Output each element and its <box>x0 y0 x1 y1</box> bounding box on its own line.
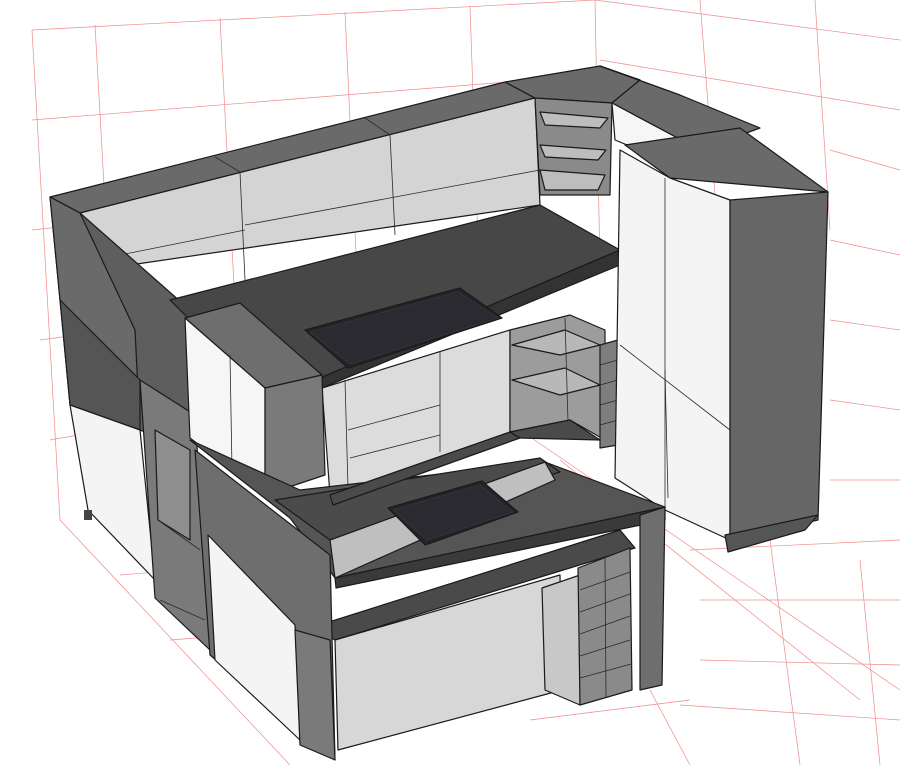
design-viewport[interactable] <box>0 0 900 765</box>
cabinet-foot-icon <box>84 510 92 520</box>
island-wine-rack[interactable] <box>577 547 633 706</box>
corner-base-shelves[interactable] <box>509 314 606 441</box>
tall-pantry-cabinet[interactable] <box>614 127 829 553</box>
kitchen-3d-scene[interactable] <box>0 0 900 765</box>
